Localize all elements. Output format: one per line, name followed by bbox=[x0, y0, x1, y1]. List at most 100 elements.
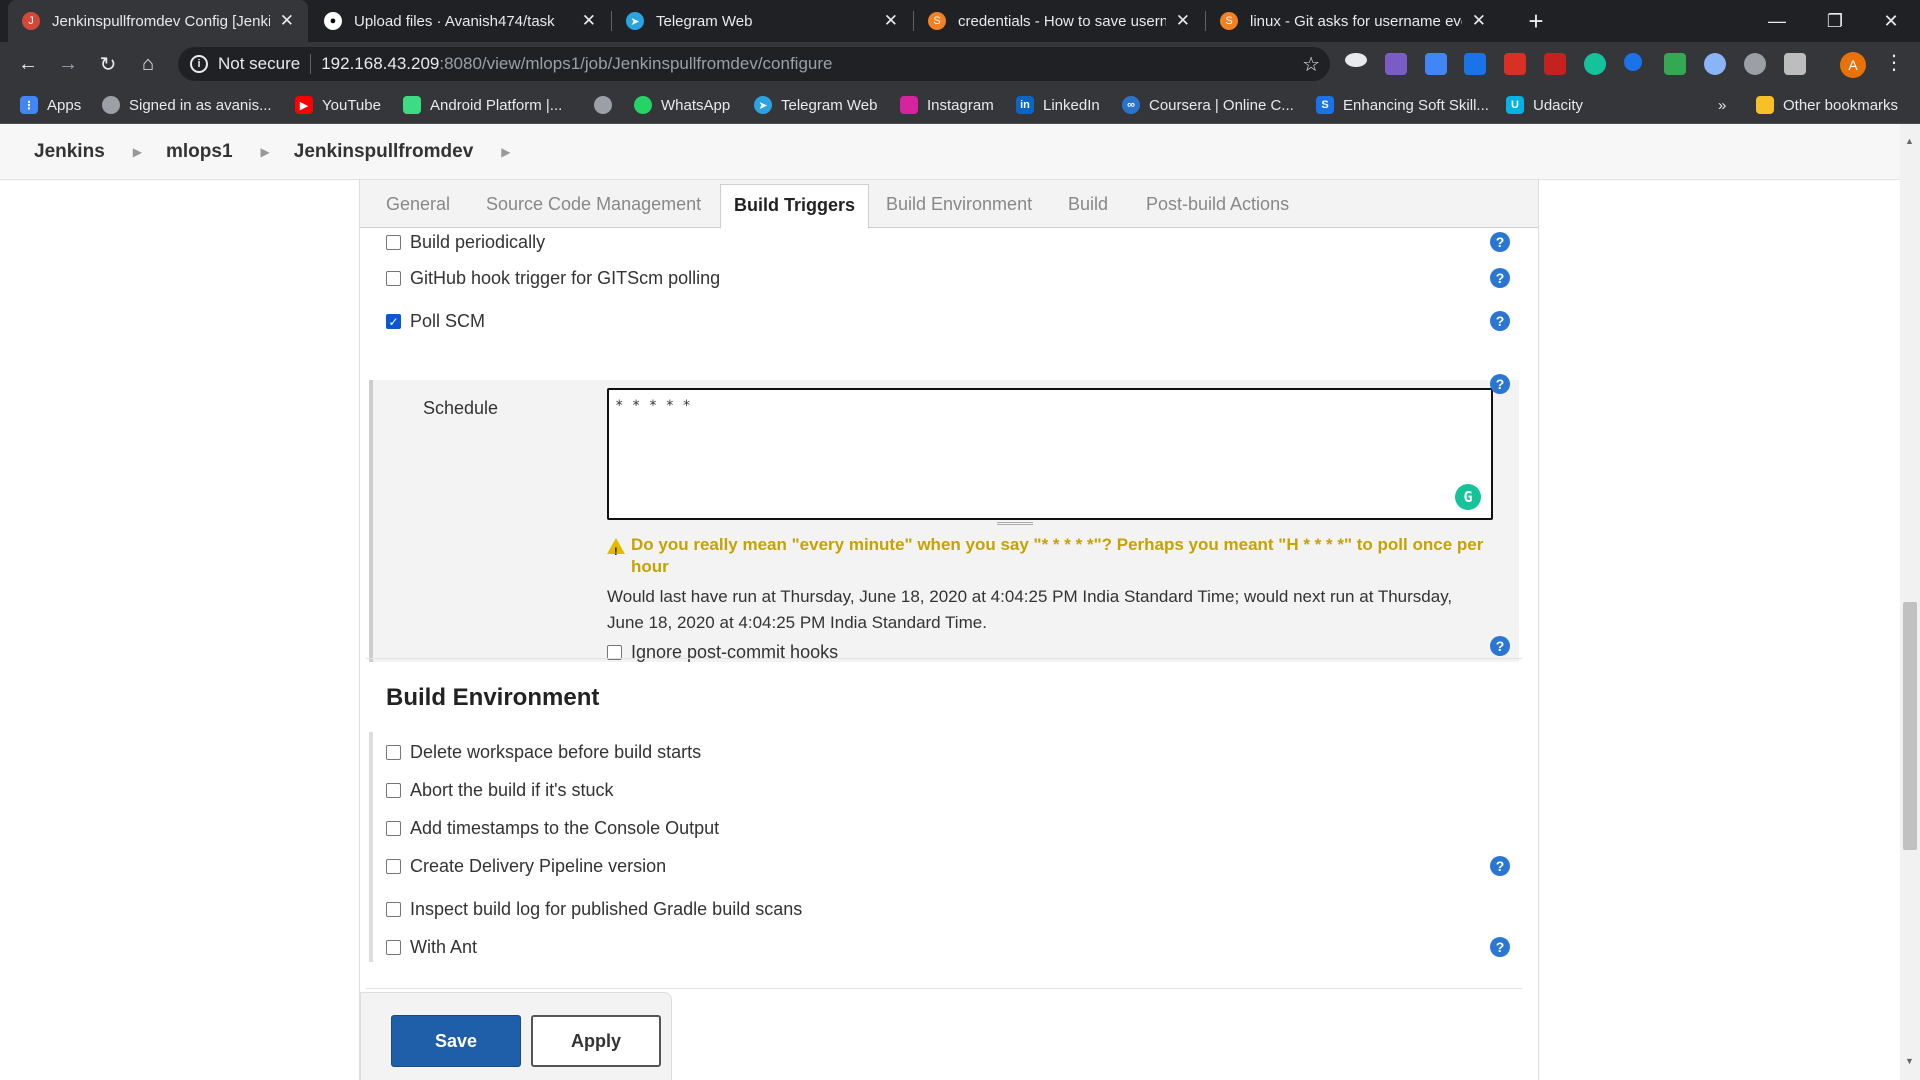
minimize-button[interactable]: — bbox=[1748, 0, 1806, 42]
env-option-abort-stuck[interactable]: Abort the build if it's stuck bbox=[386, 780, 614, 801]
bookmark-coursera[interactable]: ∞ Coursera | Online C... bbox=[1122, 86, 1294, 124]
help-icon[interactable]: ? bbox=[1490, 311, 1510, 331]
help-icon[interactable]: ? bbox=[1490, 937, 1510, 957]
breadcrumb-mlops1[interactable]: mlops1 bbox=[166, 141, 233, 163]
reader-extension-icon[interactable] bbox=[1624, 53, 1642, 71]
tab-build-environment[interactable]: Build Environment bbox=[886, 194, 1032, 215]
build-periodically-option[interactable]: Build periodically bbox=[386, 232, 545, 253]
browser-tab-telegram[interactable]: ➤ Telegram Web ✕ bbox=[612, 0, 912, 42]
browser-tab-stackoverflow-1[interactable]: S credentials - How to save username ✕ bbox=[914, 0, 1204, 42]
with-ant-checkbox[interactable] bbox=[386, 940, 401, 955]
tab-general[interactable]: General bbox=[386, 194, 450, 215]
browser-tab-github[interactable]: ● Upload files · Avanish474/task ✕ bbox=[310, 0, 610, 42]
bookmark-instagram[interactable]: Instagram bbox=[900, 86, 994, 124]
bookmark-signed-in[interactable]: Signed in as avanis... bbox=[102, 86, 272, 124]
back-button[interactable]: ← bbox=[12, 48, 44, 80]
close-window-button[interactable]: ✕ bbox=[1862, 0, 1920, 42]
delivery-pipeline-checkbox[interactable] bbox=[386, 859, 401, 874]
cloud-extension-icon[interactable] bbox=[1345, 53, 1367, 67]
close-icon[interactable]: ✕ bbox=[582, 11, 596, 31]
scrollbar-thumb[interactable] bbox=[1903, 602, 1917, 850]
close-icon[interactable]: ✕ bbox=[1472, 11, 1486, 31]
red-extension-icon[interactable] bbox=[1544, 53, 1566, 75]
bookmark-label: Udacity bbox=[1533, 96, 1584, 114]
grammarly-icon[interactable]: G bbox=[1455, 484, 1481, 510]
ignore-hooks-option[interactable]: Ignore post-commit hooks bbox=[607, 642, 838, 663]
apply-button[interactable]: Apply bbox=[531, 1015, 661, 1067]
bookmark-whatsapp[interactable]: WhatsApp bbox=[634, 86, 730, 124]
glasses-extension-icon[interactable] bbox=[1704, 53, 1726, 75]
tab-title: credentials - How to save username bbox=[958, 12, 1166, 30]
section-bar bbox=[369, 732, 373, 962]
download-extension-icon[interactable] bbox=[1664, 53, 1686, 75]
scroll-down-arrow-icon[interactable]: ▼ bbox=[1905, 1056, 1914, 1066]
close-icon[interactable]: ✕ bbox=[1176, 11, 1190, 31]
github-hook-checkbox[interactable] bbox=[386, 271, 401, 286]
forward-button[interactable]: → bbox=[52, 48, 84, 80]
tab-post-build-actions[interactable]: Post-build Actions bbox=[1146, 194, 1289, 215]
env-option-gradle-scans[interactable]: Inspect build log for published Gradle b… bbox=[386, 899, 802, 920]
abort-stuck-checkbox[interactable] bbox=[386, 783, 401, 798]
reload-button[interactable]: ↻ bbox=[92, 48, 124, 80]
delete-workspace-checkbox[interactable] bbox=[386, 745, 401, 760]
home-button[interactable]: ⌂ bbox=[132, 48, 164, 80]
bookmark-udacity[interactable]: U Udacity bbox=[1506, 86, 1583, 124]
tab-source-code-management[interactable]: Source Code Management bbox=[486, 194, 701, 215]
grammarly-extension-icon[interactable] bbox=[1584, 53, 1606, 75]
env-option-with-ant[interactable]: With Ant bbox=[386, 937, 477, 958]
textarea-resize-handle[interactable] bbox=[997, 522, 1033, 525]
other-bookmarks[interactable]: Other bookmarks bbox=[1756, 86, 1898, 124]
info-icon[interactable]: i bbox=[190, 55, 208, 73]
poll-scm-option[interactable]: ✓ Poll SCM bbox=[386, 311, 485, 332]
puzzle-extension-icon[interactable] bbox=[1784, 53, 1806, 75]
sync-extension-icon[interactable] bbox=[1744, 53, 1766, 75]
help-icon[interactable]: ? bbox=[1490, 374, 1510, 394]
bookmark-soft-skills[interactable]: S Enhancing Soft Skill... bbox=[1316, 86, 1489, 124]
env-option-timestamps[interactable]: Add timestamps to the Console Output bbox=[386, 818, 719, 839]
scroll-up-arrow-icon[interactable]: ▲ bbox=[1905, 136, 1914, 146]
browser-tab-jenkins[interactable]: J Jenkinspullfromdev Config [Jenkins] ✕ bbox=[8, 0, 308, 42]
save-button[interactable]: Save bbox=[391, 1015, 521, 1067]
translate-extension-icon[interactable] bbox=[1425, 53, 1447, 75]
k-extension-icon[interactable] bbox=[1385, 53, 1407, 75]
new-badge-extension-icon[interactable] bbox=[1504, 53, 1526, 75]
page-scrollbar[interactable]: ▲ ▼ bbox=[1900, 124, 1920, 1080]
help-icon[interactable]: ? bbox=[1490, 268, 1510, 288]
restore-button[interactable]: ❐ bbox=[1806, 0, 1864, 42]
bookmark-android[interactable]: Android Platform |... bbox=[403, 86, 562, 124]
profile-avatar[interactable]: A bbox=[1840, 52, 1866, 78]
help-icon[interactable]: ? bbox=[1490, 856, 1510, 876]
breadcrumb-job[interactable]: Jenkinspullfromdev bbox=[294, 141, 474, 163]
close-icon[interactable]: ✕ bbox=[280, 11, 294, 31]
env-option-delivery-pipeline[interactable]: Create Delivery Pipeline version bbox=[386, 856, 666, 877]
close-icon[interactable]: ✕ bbox=[884, 11, 898, 31]
breadcrumb-arrow-icon[interactable]: ▶ bbox=[133, 145, 142, 159]
breadcrumb-jenkins[interactable]: Jenkins bbox=[34, 141, 105, 163]
env-option-delete-workspace[interactable]: Delete workspace before build starts bbox=[386, 742, 701, 763]
bookmark-telegram[interactable]: ➤ Telegram Web bbox=[754, 86, 877, 124]
breadcrumb-arrow-icon[interactable]: ▶ bbox=[501, 145, 510, 159]
bookmark-apps[interactable]: ⋮ Apps bbox=[20, 86, 81, 124]
menu-kebab-icon[interactable]: ⋮ bbox=[1884, 50, 1904, 75]
breadcrumb-arrow-icon[interactable]: ▶ bbox=[261, 145, 270, 159]
gradle-scans-checkbox[interactable] bbox=[386, 902, 401, 917]
tab-build-triggers[interactable]: Build Triggers bbox=[720, 184, 870, 229]
schedule-textarea[interactable]: * * * * * G bbox=[607, 388, 1493, 520]
help-icon[interactable]: ? bbox=[1490, 636, 1510, 656]
github-hook-option[interactable]: GitHub hook trigger for GITScm polling bbox=[386, 268, 720, 289]
bookmark-globe[interactable] bbox=[594, 86, 621, 124]
poll-scm-checkbox[interactable]: ✓ bbox=[386, 314, 401, 329]
new-extension-icon[interactable] bbox=[1464, 53, 1486, 75]
help-icon[interactable]: ? bbox=[1490, 232, 1510, 252]
bookmark-star-icon[interactable]: ☆ bbox=[1302, 52, 1320, 77]
bookmark-label: LinkedIn bbox=[1043, 96, 1100, 114]
tab-build[interactable]: Build bbox=[1068, 194, 1108, 215]
bookmark-youtube[interactable]: ▶ YouTube bbox=[295, 86, 381, 124]
address-bar[interactable]: i Not secure 192.168.43.209 :8080/view/m… bbox=[178, 47, 1330, 81]
bookmarks-overflow-button[interactable]: » bbox=[1718, 86, 1726, 124]
timestamps-checkbox[interactable] bbox=[386, 821, 401, 836]
bookmark-linkedin[interactable]: in LinkedIn bbox=[1016, 86, 1100, 124]
build-periodically-checkbox[interactable] bbox=[386, 235, 401, 250]
browser-tab-stackoverflow-2[interactable]: S linux - Git asks for username every ti… bbox=[1206, 0, 1500, 42]
new-tab-button[interactable]: + bbox=[1520, 5, 1552, 37]
